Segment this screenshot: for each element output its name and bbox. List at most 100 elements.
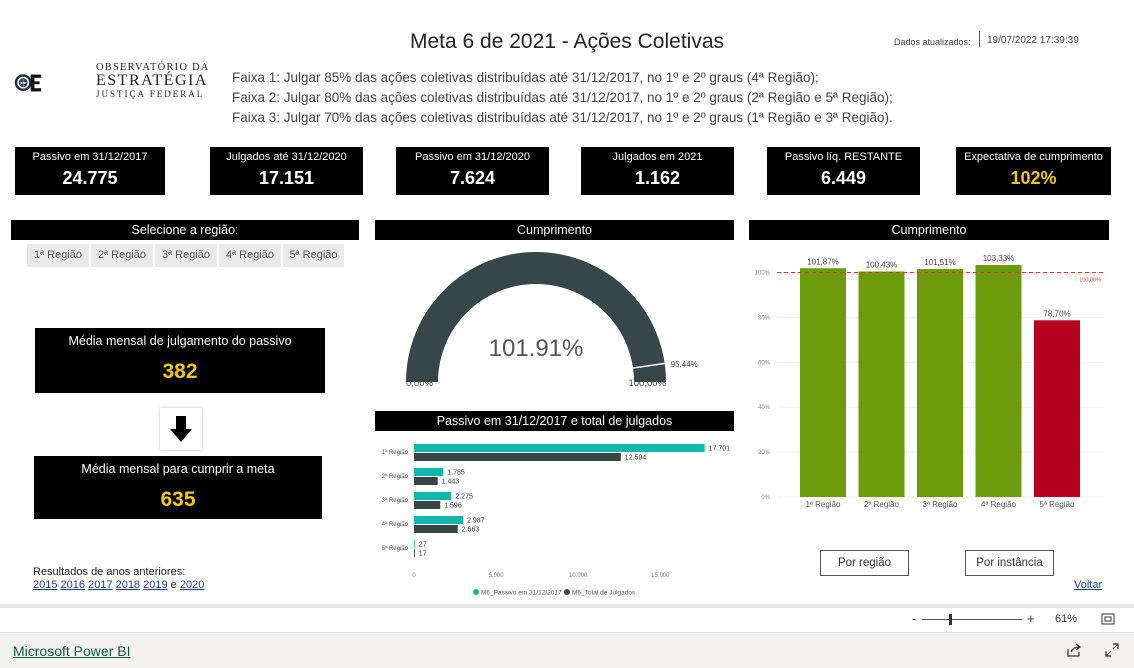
kpi-label: Passivo líq. RESTANTE (784, 151, 903, 163)
expand-icon[interactable] (1105, 643, 1119, 657)
vbar-category-label: 2ª Região (864, 500, 900, 509)
zoom-level: 61% (1055, 613, 1078, 625)
hbar-value-label: 17 (419, 551, 427, 558)
hbar-value-label: 1.596 (444, 503, 462, 510)
region-option-4[interactable]: 4ª Região (219, 244, 281, 267)
kpi-value: 17.151 (258, 168, 315, 188)
year-link-2017[interactable]: 2017 (88, 579, 112, 591)
region-option-5[interactable]: 5ª Região (283, 244, 344, 267)
legend-marker-passivo (473, 589, 479, 595)
kpi-value: 24.775 (62, 168, 118, 188)
hbar-passivo-bar[interactable] (414, 540, 415, 548)
media-passivo-label: Média mensal de julgamento do passivo (68, 334, 292, 348)
kpi-passivo-2017: Passivo em 31/12/2017 24.775 (15, 147, 165, 195)
hbar-category-label: 3ª Região (382, 497, 409, 504)
kpi-passivo-2020: Passivo em 31/12/2020 7.624 (396, 147, 549, 195)
region-option-3[interactable]: 3ª Região (155, 244, 217, 267)
gauge-value: 101.91% (489, 335, 584, 362)
year-link-2020[interactable]: 2020 (180, 579, 204, 591)
hbar-passivo-bar[interactable] (414, 492, 452, 500)
legend-passivo: M6_Passivo em 31/12/2017 (481, 590, 562, 597)
power-bi-link[interactable]: Microsoft Power BI (13, 643, 130, 659)
observatorio-logo (14, 74, 42, 92)
vbar-y-tick: 80% (758, 315, 771, 321)
vbar-bar[interactable] (917, 269, 963, 497)
hbar-julgados-bar[interactable] (414, 549, 415, 557)
logo-text: OBSERVATÓRIO DA ESTRATÉGIA JUSTIÇA FEDER… (96, 62, 210, 99)
vbar-y-tick: 60% (758, 360, 771, 366)
hbar-value-label: 17.701 (709, 446, 731, 453)
zoom-out-button[interactable]: - (912, 611, 916, 626)
voltar-link[interactable]: Voltar (1074, 579, 1102, 591)
year-link-2015[interactable]: 2015 (33, 579, 57, 591)
vbar-title: Cumprimento (749, 220, 1109, 240)
hbar-x-tick: 15.000 (651, 573, 670, 579)
vbar-y-tick: 40% (758, 405, 771, 411)
updated-value: 19/07/2022 17:39:39 (987, 35, 1079, 46)
vbar-category-label: 3ª Região (923, 500, 959, 509)
hbar-x-tick: 0 (412, 573, 416, 579)
hbar-passivo-bar[interactable] (414, 444, 705, 452)
por-regiao-button[interactable]: Por região (820, 550, 909, 576)
footer-bar (0, 632, 1134, 668)
vbar-y-tick: 0% (761, 495, 770, 501)
year-link-2018[interactable]: 2018 (116, 579, 140, 591)
kpi-label: Expectativa de cumprimento (964, 151, 1103, 163)
vbar-value-label: 100,43% (866, 260, 898, 269)
kpi-value: 1.162 (634, 168, 681, 188)
vbar-category-label: 5ª Região (1040, 500, 1076, 509)
year-link-2019[interactable]: 2019 (143, 579, 167, 591)
hbar-julgados-bar[interactable] (414, 525, 458, 533)
region-option-1[interactable]: 1ª Região (27, 244, 89, 267)
gauge-min-label: 0,00% (406, 378, 433, 389)
kpi-value: 6.449 (820, 168, 867, 188)
vbar-bar[interactable] (858, 271, 905, 497)
passivo-julgados-chart: 1ª Região 2ª Região 3ª Região 4ª Região 5ª R… (382, 444, 731, 597)
gauge-arc (406, 252, 666, 382)
hbar-category-label: 4ª Região (382, 521, 409, 528)
zoom-slider-track[interactable] (922, 619, 1022, 620)
faixa-1-text: Faixa 1: Julgar 85% das ações coletivas … (232, 70, 819, 85)
hbar-julgados-bar[interactable] (414, 477, 438, 485)
kpi-label: Passivo em 31/12/2020 (415, 151, 530, 163)
media-passivo-value: 382 (162, 360, 198, 383)
hbar-category-label: 2ª Região (382, 473, 409, 480)
hbar-value-label: 12.594 (625, 455, 647, 462)
zoom-slider-handle[interactable] (949, 614, 952, 625)
hbar-julgados-bar[interactable] (414, 453, 621, 461)
region-option-2[interactable]: 2ª Região (91, 244, 153, 267)
vbar-bar[interactable] (800, 268, 846, 497)
kpi-passivo-restante: Passivo líq. RESTANTE 6.449 (767, 147, 920, 195)
cumprimento-regiao-chart: 0% 20% 40% 60% 80% 100% 101,87% 100,43% 101,51%… (755, 254, 1104, 509)
gauge-title: Cumprimento (375, 220, 734, 240)
zoom-in-button[interactable]: + (1027, 611, 1035, 626)
share-icon[interactable] (1066, 643, 1082, 657)
region-selector-title: Selecione a região: (11, 220, 359, 240)
hbar-value-label: 2.663 (462, 527, 480, 534)
hbar-value-label: 2.987 (467, 518, 485, 525)
hbar-category-label: 5ª Região (382, 545, 409, 552)
conjunction: e (170, 579, 177, 591)
faixa-2-text: Faixa 2: Julgar 80% das ações coletivas … (232, 90, 893, 105)
kpi-julgados-2021: Julgados em 2021 1.162 (581, 147, 734, 195)
vbar-bar[interactable] (975, 264, 1022, 497)
vbar-value-label: 101,51% (924, 258, 956, 267)
hbar-passivo-bar[interactable] (414, 516, 464, 524)
fit-to-page-icon[interactable] (1101, 613, 1115, 625)
divider (979, 31, 980, 47)
hbar-value-label: 2.275 (455, 494, 473, 501)
updated-label: Dados atualizados: (894, 37, 971, 47)
hbar-julgados-bar[interactable] (414, 501, 441, 509)
hbar-x-tick: 10.000 (569, 573, 588, 579)
year-link-2016[interactable]: 2016 (61, 579, 85, 591)
hbar-value-label: 1.443 (442, 479, 460, 486)
kpi-label: Passivo em 31/12/2017 (32, 151, 148, 163)
hbar-passivo-bar[interactable] (414, 468, 444, 476)
por-instancia-button[interactable]: Por instância (965, 550, 1054, 576)
vbar-bar[interactable] (1034, 320, 1080, 497)
vbar-y-tick: 100% (755, 270, 771, 276)
arrow-down-icon (170, 416, 192, 442)
hbar-category-label: 1ª Região (382, 449, 409, 456)
cumprimento-gauge: 101.91% 0,00% 100,00% 95,44% (406, 252, 698, 389)
hbar-value-label: 1.785 (447, 470, 465, 477)
